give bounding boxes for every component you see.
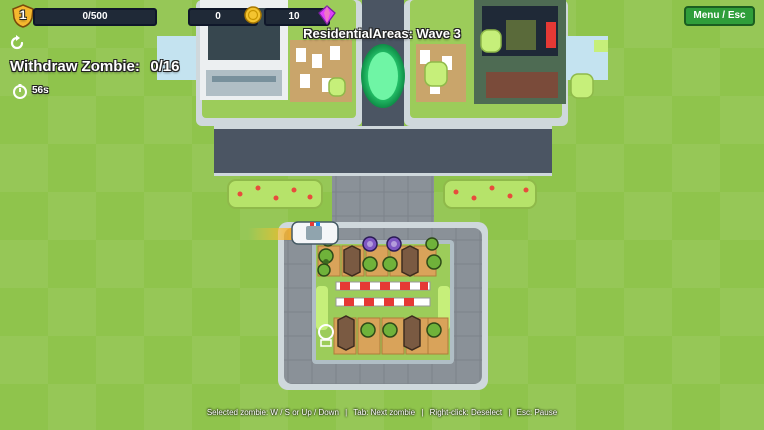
zombie[interactable] bbox=[317, 263, 331, 277]
objective-panel: Withdraw Zombie: 0/16 bbox=[10, 58, 180, 78]
wave-title: ResidentialAreas: Wave 3 bbox=[303, 26, 461, 41]
game-viewport[interactable]: 1 0/500 0 10 ResidentialAreas: Wave 3 Me… bbox=[0, 0, 764, 430]
police-car bbox=[248, 221, 339, 245]
road-crossing bbox=[214, 126, 552, 176]
hint-tab: Tab: Next zombie bbox=[353, 408, 416, 417]
hedge-right bbox=[443, 179, 537, 209]
zombie[interactable] bbox=[360, 322, 376, 338]
xp-bar: 0/500 bbox=[33, 8, 157, 26]
stopwatch-icon bbox=[13, 84, 27, 99]
controls-hint: Selected zombie: W / S or Up / Down | Ta… bbox=[206, 408, 558, 417]
xp-text: 0/500 bbox=[82, 11, 108, 22]
zombie[interactable] bbox=[382, 322, 398, 338]
hint-select: Selected zombie: W / S or Up / Down bbox=[206, 408, 339, 417]
hint-right-click: Right-click: Deselect bbox=[429, 408, 503, 417]
zombie[interactable] bbox=[426, 322, 442, 338]
gem-count: 10 bbox=[288, 11, 300, 22]
zombie-purple[interactable] bbox=[362, 236, 378, 252]
level-number: 1 bbox=[19, 8, 27, 22]
hint-pause: Esc: Pause bbox=[516, 408, 558, 417]
pink-gem-icon bbox=[318, 5, 336, 25]
zombie[interactable] bbox=[425, 237, 439, 251]
hedge-left bbox=[227, 179, 323, 209]
zombie-purple[interactable] bbox=[386, 236, 402, 252]
objective-count: 0/16 bbox=[150, 58, 180, 75]
level-badge: 1 bbox=[12, 4, 34, 28]
zombie[interactable] bbox=[362, 256, 378, 272]
coin-count: 0 bbox=[215, 11, 221, 22]
objective-label: Withdraw Zombie: bbox=[10, 58, 140, 75]
menu-button[interactable]: Menu / Esc bbox=[684, 6, 755, 26]
restart-arrow-icon[interactable] bbox=[9, 35, 25, 51]
gold-coin-icon bbox=[244, 6, 262, 24]
zombie-portal bbox=[361, 44, 405, 108]
timer-text: 56s bbox=[32, 85, 49, 96]
zombie[interactable] bbox=[382, 256, 398, 272]
zombie[interactable] bbox=[426, 254, 442, 270]
